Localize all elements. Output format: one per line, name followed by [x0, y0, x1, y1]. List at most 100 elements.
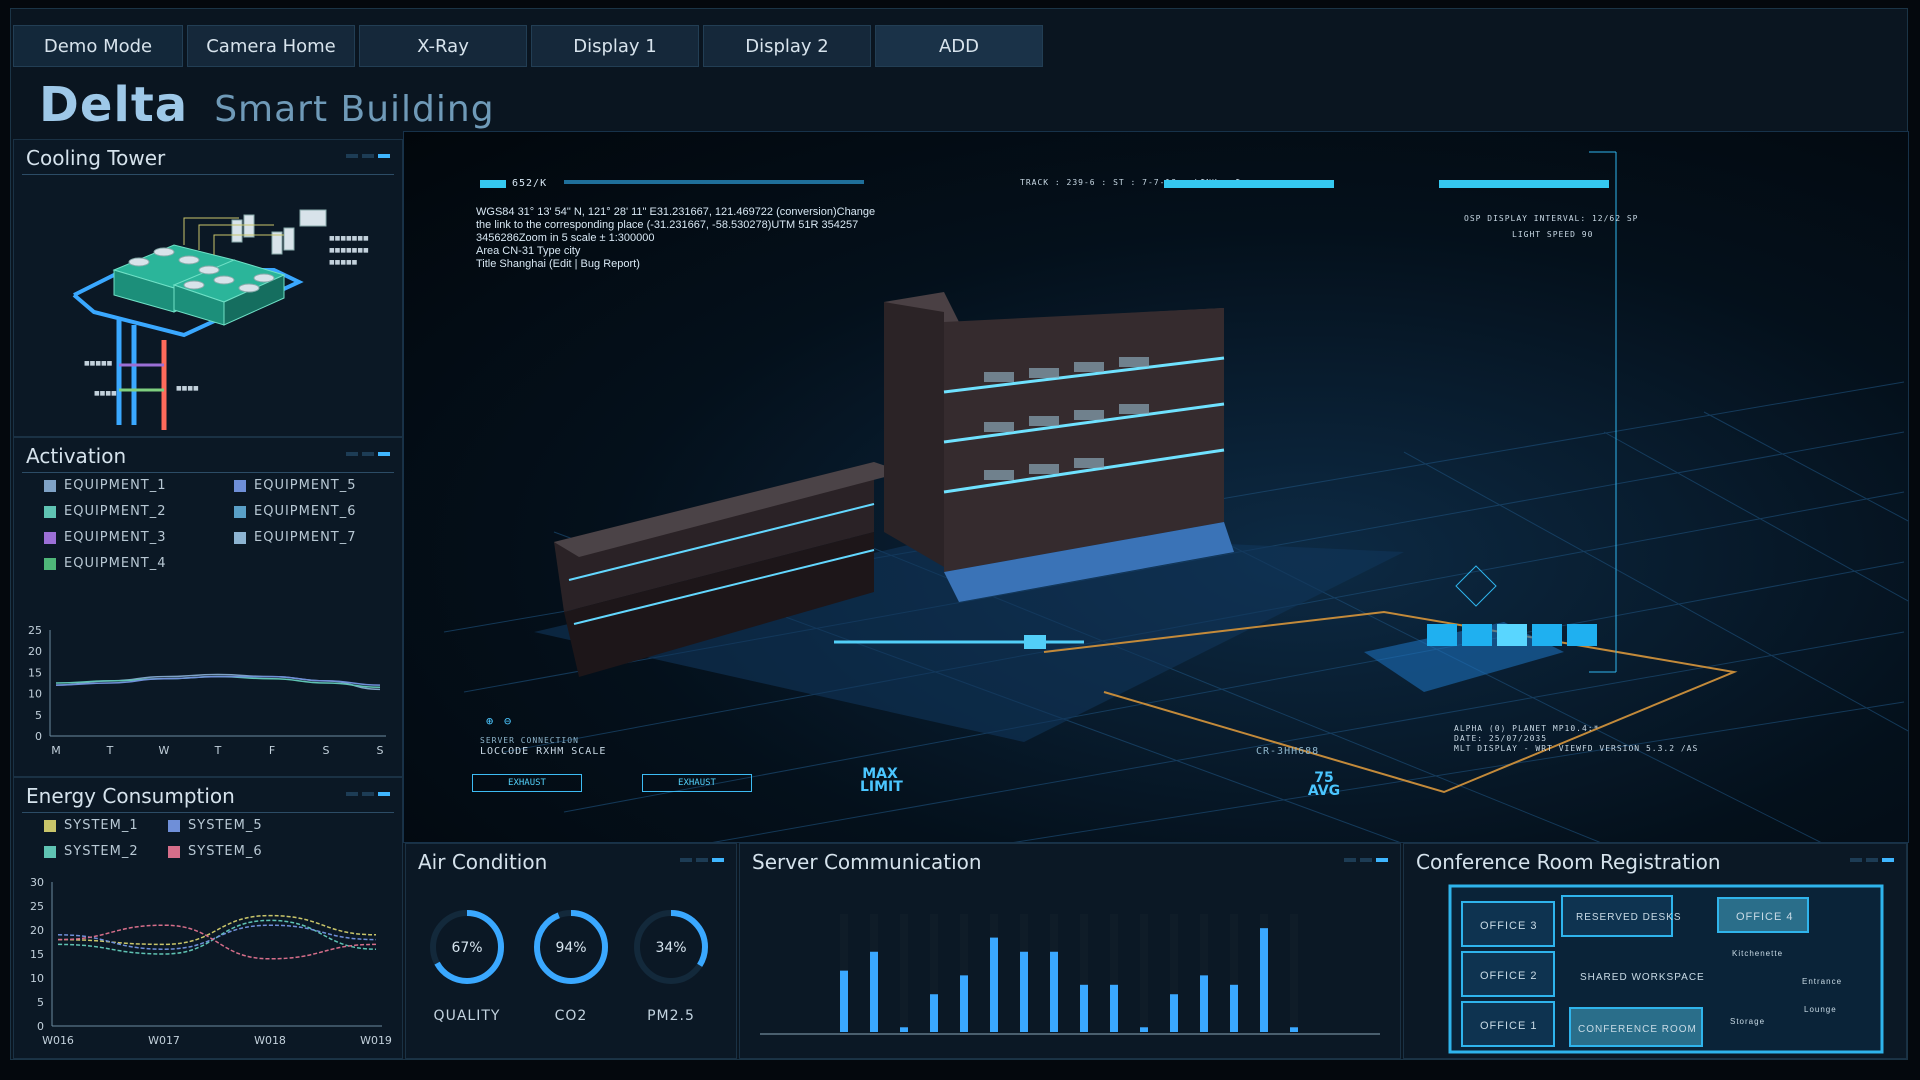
gauge: 34% PM2.5 — [630, 906, 712, 1024]
avg-label: 75 AVG — [1307, 770, 1341, 799]
panel-menu-icon[interactable] — [346, 452, 390, 456]
label-conference-room: CONFERENCE ROOM — [1578, 1024, 1697, 1035]
x-tick-label: T — [106, 744, 114, 757]
x-tick-label: W019 — [360, 1034, 392, 1047]
panel-menu-icon[interactable] — [1344, 858, 1388, 862]
legend-item[interactable]: EQUIPMENT_4 — [44, 556, 167, 571]
bar — [1200, 975, 1208, 1032]
svg-text:■■■■: ■■■■ — [176, 385, 199, 392]
label-shared-workspace: SHARED WORKSPACE — [1580, 972, 1705, 983]
hud-cr-code: CR-3HH688 — [1256, 746, 1320, 757]
series-line — [57, 914, 377, 946]
series-line — [55, 675, 381, 688]
exhaust-button[interactable]: EXHAUST — [642, 774, 752, 792]
panel-title: Activation — [26, 444, 127, 468]
label-office-3: OFFICE 3 — [1480, 920, 1538, 932]
top-tab-bar: Demo Mode Camera Home X-Ray Display 1 Di… — [13, 25, 1043, 67]
brand-name: Delta — [39, 77, 189, 133]
panel-menu-icon[interactable] — [1850, 858, 1894, 862]
bar — [1230, 984, 1238, 1032]
tab-display-2[interactable]: Display 2 — [703, 25, 871, 67]
tab-demo-mode[interactable]: Demo Mode — [13, 25, 183, 67]
hud-code: 652/K — [512, 178, 548, 189]
bar — [1020, 951, 1028, 1032]
panel-menu-icon[interactable] — [680, 858, 724, 862]
panel-title: Air Condition — [418, 850, 548, 874]
hud-date: DATE: 25/07/2035 — [1454, 734, 1548, 743]
donut-chart: 67% — [430, 910, 504, 984]
hud-bar — [564, 180, 864, 184]
hud-bar — [480, 180, 506, 188]
server-bar-chart — [760, 914, 1380, 1035]
y-tick-label: 25 — [28, 624, 42, 637]
max-limit-label: MAX LIMIT — [860, 766, 903, 795]
location-info: WGS84 31° 13' 54" N, 121° 28' 11" E31.23… — [476, 206, 876, 270]
bar — [1260, 928, 1268, 1032]
gauge-label: CO2 — [554, 1008, 588, 1024]
x-tick-label: S — [323, 744, 330, 757]
legend-item[interactable]: EQUIPMENT_5 — [234, 478, 357, 493]
hud-osp: OSP DISPLAY INTERVAL: 12/62 SP — [1464, 214, 1639, 223]
x-tick-label: W018 — [254, 1034, 286, 1047]
legend-item[interactable]: SYSTEM_5 — [168, 818, 263, 833]
bar — [990, 937, 998, 1032]
panel-title: Conference Room Registration — [1416, 850, 1721, 874]
exhaust-button[interactable]: EXHAUST — [472, 774, 582, 792]
svg-text:■■■■■■■: ■■■■■■■ — [329, 235, 369, 242]
panel-menu-icon[interactable] — [346, 792, 390, 796]
tab-camera-home[interactable]: Camera Home — [187, 25, 355, 67]
legend-item[interactable]: EQUIPMENT_3 — [44, 530, 167, 545]
label-storage: Storage — [1730, 1017, 1765, 1026]
legend-swatch — [44, 505, 56, 518]
legend-item[interactable]: SYSTEM_6 — [168, 844, 263, 859]
y-tick-label: 0 — [37, 1020, 44, 1033]
gauge: 94% CO2 — [530, 906, 612, 1024]
bar — [960, 975, 968, 1032]
y-tick-label: 20 — [30, 924, 44, 937]
donut-chart: 94% — [534, 910, 608, 984]
legend-swatch — [44, 531, 56, 544]
donut-chart: 34% — [634, 910, 708, 984]
x-tick-label: M — [51, 744, 61, 757]
label-office-2: OFFICE 2 — [1480, 970, 1538, 982]
hud-version: MLT DISPLAY - WRT VIEWFD VERSION 5.3.2 /… — [1454, 744, 1699, 753]
legend-item[interactable]: SYSTEM_1 — [44, 818, 139, 833]
bar — [1080, 984, 1088, 1032]
x-tick-label: S — [377, 744, 384, 757]
conference-room-panel: Conference Room Registration OFFICE 3 OF… — [1403, 843, 1907, 1059]
y-tick-label: 5 — [37, 996, 44, 1009]
legend-item[interactable]: EQUIPMENT_7 — [234, 530, 357, 545]
hud-server-connection: SERVER CONNECTION — [480, 736, 579, 745]
legend-swatch — [44, 557, 56, 570]
legend-item[interactable]: EQUIPMENT_6 — [234, 504, 357, 519]
gauge-value: 94% — [555, 940, 586, 956]
zoom-out-icon[interactable]: ⊖ — [504, 714, 512, 728]
building-3d-view[interactable]: WGS84 31° 13' 54" N, 121° 28' 11" E31.23… — [403, 131, 1909, 843]
label-entrance: Entrance — [1802, 977, 1842, 986]
y-tick-label: 25 — [30, 900, 44, 913]
legend-item[interactable]: EQUIPMENT_2 — [44, 504, 167, 519]
bar — [1110, 984, 1118, 1032]
tab-add[interactable]: ADD — [875, 25, 1043, 67]
bar — [1290, 1027, 1298, 1032]
brand-subtitle: Smart Building — [214, 89, 495, 130]
bar — [1050, 951, 1058, 1032]
label-office-4: OFFICE 4 — [1736, 911, 1794, 923]
label-office-1: OFFICE 1 — [1480, 1020, 1538, 1032]
legend-item[interactable]: SYSTEM_2 — [44, 844, 139, 859]
panel-menu-icon[interactable] — [346, 154, 390, 158]
bar — [1170, 994, 1178, 1032]
x-tick-label: W016 — [42, 1034, 74, 1047]
legend-item[interactable]: EQUIPMENT_1 — [44, 478, 167, 493]
app-title: Delta Smart Building — [39, 77, 495, 133]
tab-x-ray[interactable]: X-Ray — [359, 25, 527, 67]
bar — [900, 1027, 908, 1032]
bar-track — [900, 914, 908, 1032]
panel-title: Energy Consumption — [26, 784, 235, 808]
tab-display-1[interactable]: Display 1 — [531, 25, 699, 67]
y-tick-label: 15 — [28, 666, 42, 679]
zoom-in-icon[interactable]: ⊕ — [486, 714, 494, 728]
svg-text:■■■■■: ■■■■■ — [329, 259, 358, 266]
legend-swatch — [44, 819, 56, 832]
energy-chart: 0 5 10 15 20 25 30 W016 W017 W018 W019 — [30, 876, 392, 1047]
